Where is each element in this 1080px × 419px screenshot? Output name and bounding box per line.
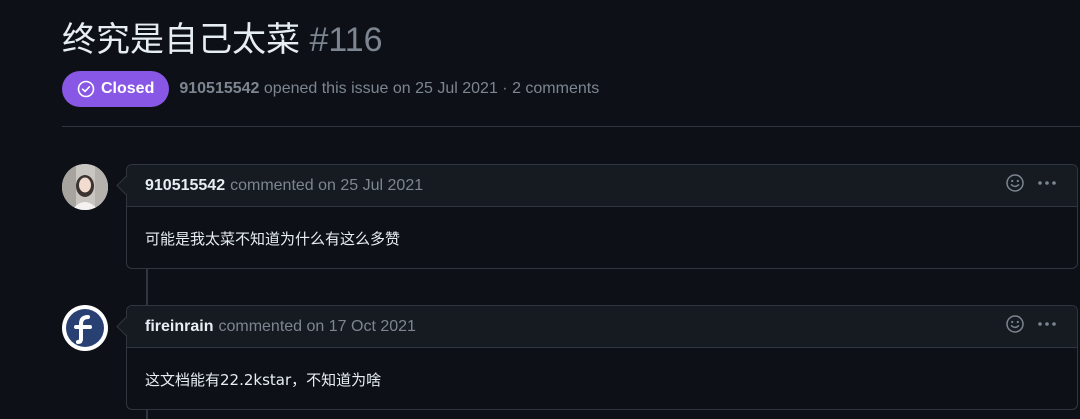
smiley-icon[interactable] — [1005, 173, 1025, 198]
issue-author-link[interactable]: 910515542 — [179, 80, 259, 97]
comment-timestamp[interactable]: commented on 17 Oct 2021 — [218, 318, 415, 336]
issue-opened-text: opened this issue on 25 Jul 2021 · 2 com… — [263, 80, 600, 97]
comment-body: 可能是我太菜不知道为什么有这么多赞 — [145, 230, 401, 248]
status-label: Closed — [101, 80, 155, 97]
comment-author-link[interactable]: 910515542 — [145, 177, 225, 195]
issue-title: 终究是自己太菜 #116 — [62, 18, 383, 62]
comment-card-2: fireinrain commented on 17 Oct 2021 这文档能 — [126, 305, 1078, 410]
header-divider — [62, 126, 1080, 127]
commenter-avatar-1[interactable] — [62, 164, 108, 210]
smiley-icon[interactable] — [1005, 314, 1025, 339]
issue-opened-info: 910515542 opened this issue on 25 Jul 20… — [179, 80, 599, 98]
issue-number: #116 — [309, 21, 383, 59]
status-badge: Closed — [62, 71, 170, 107]
comment-timestamp[interactable]: commented on 25 Jul 2021 — [230, 177, 423, 195]
check-circle-icon — [77, 80, 95, 98]
fedora-logo-avatar — [63, 306, 107, 350]
comment-card-1: 910515542 commented on 25 Jul 2021 可能是我太 — [126, 164, 1078, 269]
comment-actions — [1005, 306, 1057, 347]
photo-avatar — [62, 164, 108, 210]
kebab-menu-icon[interactable] — [1037, 173, 1057, 198]
comment-header: 910515542 commented on 25 Jul 2021 — [127, 165, 1077, 207]
commenter-avatar-2[interactable] — [62, 305, 108, 351]
kebab-menu-icon[interactable] — [1037, 314, 1057, 339]
comment-author-link[interactable]: fireinrain — [145, 318, 213, 336]
issue-title-text: 终究是自己太菜 — [62, 20, 300, 60]
comment-header: fireinrain commented on 17 Oct 2021 — [127, 306, 1077, 348]
comment-actions — [1005, 165, 1057, 206]
issue-meta: Closed 910515542 opened this issue on 25… — [62, 71, 599, 107]
comment-body: 这文档能有22.2kstar，不知道为啥 — [145, 371, 382, 389]
